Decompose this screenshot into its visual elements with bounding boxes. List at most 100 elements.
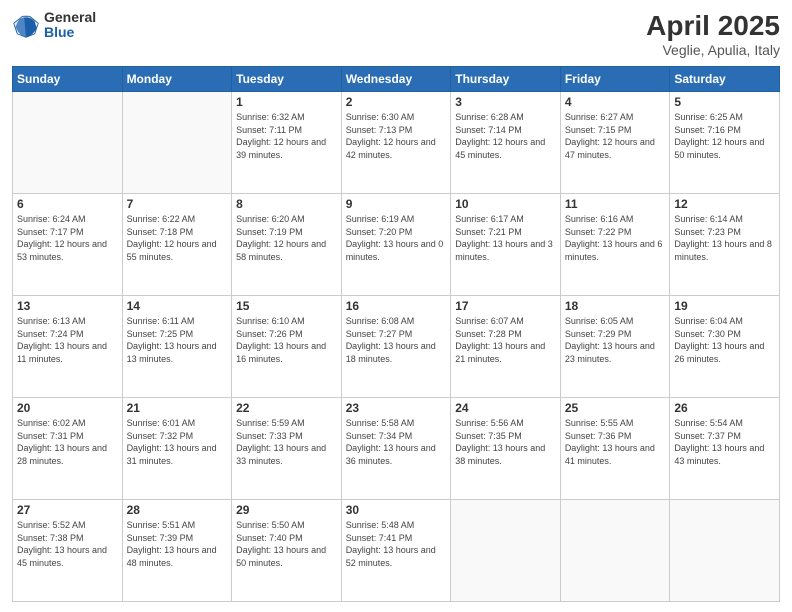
calendar-subtitle: Veglie, Apulia, Italy [646,42,780,58]
day-info: Sunrise: 5:56 AM Sunset: 7:35 PM Dayligh… [455,417,556,467]
day-info: Sunrise: 6:30 AM Sunset: 7:13 PM Dayligh… [346,111,447,161]
logo-blue-text: Blue [44,25,96,40]
day-number: 23 [346,401,447,415]
day-info: Sunrise: 6:32 AM Sunset: 7:11 PM Dayligh… [236,111,337,161]
day-info: Sunrise: 5:54 AM Sunset: 7:37 PM Dayligh… [674,417,775,467]
calendar-cell: 5 Sunrise: 6:25 AM Sunset: 7:16 PM Daylig… [670,92,780,194]
day-number: 18 [565,299,666,313]
header-row: Sunday Monday Tuesday Wednesday Thursday… [13,67,780,92]
calendar-cell: 27Sunrise: 5:52 AM Sunset: 7:38 PM Dayli… [13,500,123,602]
calendar-cell: 8Sunrise: 6:20 AM Sunset: 7:19 PM Daylig… [232,194,342,296]
day-info: Sunrise: 6:20 AM Sunset: 7:19 PM Dayligh… [236,213,337,263]
calendar-cell: 28Sunrise: 5:51 AM Sunset: 7:39 PM Dayli… [122,500,232,602]
logo-general-text: General [44,10,96,25]
col-wednesday: Wednesday [341,67,451,92]
calendar-cell: 21 Sunrise: 6:01 AM Sunset: 7:32 PM Dayli… [122,398,232,500]
logo-text: General Blue [44,10,96,41]
calendar-cell: 20 Sunrise: 6:02 AM Sunset: 7:31 PM Dayli… [13,398,123,500]
day-number: 25 [565,401,666,415]
day-info: Sunrise: 6:22 AM Sunset: 7:18 PM Dayligh… [127,213,228,263]
calendar-cell: 11 Sunrise: 6:16 AM Sunset: 7:22 PM Dayli… [560,194,670,296]
day-number: 2 [346,95,447,109]
calendar-cell: 17 Sunrise: 6:07 AM Sunset: 7:28 PM Dayli… [451,296,561,398]
calendar-week-1: 6 Sunrise: 6:24 AM Sunset: 7:17 PM Daylig… [13,194,780,296]
calendar-title: April 2025 [646,10,780,42]
calendar-cell [560,500,670,602]
calendar-cell: 25 Sunrise: 5:55 AM Sunset: 7:36 PM Dayli… [560,398,670,500]
calendar-week-3: 20 Sunrise: 6:02 AM Sunset: 7:31 PM Dayli… [13,398,780,500]
day-info: Sunrise: 6:07 AM Sunset: 7:28 PM Dayligh… [455,315,556,365]
calendar-cell: 29Sunrise: 5:50 AM Sunset: 7:40 PM Dayli… [232,500,342,602]
calendar-cell [13,92,123,194]
day-number: 28 [127,503,228,517]
calendar-body: 1Sunrise: 6:32 AM Sunset: 7:11 PM Daylig… [13,92,780,602]
calendar-cell: 10 Sunrise: 6:17 AM Sunset: 7:21 PM Dayli… [451,194,561,296]
calendar-cell: 1Sunrise: 6:32 AM Sunset: 7:11 PM Daylig… [232,92,342,194]
calendar-cell: 30 Sunrise: 5:48 AM Sunset: 7:41 PM Dayli… [341,500,451,602]
day-number: 29 [236,503,337,517]
day-number: 16 [346,299,447,313]
calendar-cell: 23 Sunrise: 5:58 AM Sunset: 7:34 PM Dayli… [341,398,451,500]
day-info: Sunrise: 5:55 AM Sunset: 7:36 PM Dayligh… [565,417,666,467]
logo: General Blue [12,10,96,41]
day-number: 9 [346,197,447,211]
calendar-cell: 14Sunrise: 6:11 AM Sunset: 7:25 PM Dayli… [122,296,232,398]
day-number: 3 [455,95,556,109]
day-info: Sunrise: 6:01 AM Sunset: 7:32 PM Dayligh… [127,417,228,467]
calendar-cell: 22 Sunrise: 5:59 AM Sunset: 7:33 PM Dayli… [232,398,342,500]
day-info: Sunrise: 6:19 AM Sunset: 7:20 PM Dayligh… [346,213,447,263]
day-number: 27 [17,503,118,517]
day-info: Sunrise: 6:24 AM Sunset: 7:17 PM Dayligh… [17,213,118,263]
day-info: Sunrise: 6:10 AM Sunset: 7:26 PM Dayligh… [236,315,337,365]
day-info: Sunrise: 5:59 AM Sunset: 7:33 PM Dayligh… [236,417,337,467]
day-info: Sunrise: 6:17 AM Sunset: 7:21 PM Dayligh… [455,213,556,263]
calendar-cell: 2 Sunrise: 6:30 AM Sunset: 7:13 PM Daylig… [341,92,451,194]
day-info: Sunrise: 6:13 AM Sunset: 7:24 PM Dayligh… [17,315,118,365]
day-number: 24 [455,401,556,415]
calendar-cell [670,500,780,602]
logo-icon [12,11,40,39]
col-saturday: Saturday [670,67,780,92]
day-number: 20 [17,401,118,415]
day-info: Sunrise: 6:16 AM Sunset: 7:22 PM Dayligh… [565,213,666,263]
day-info: Sunrise: 5:48 AM Sunset: 7:41 PM Dayligh… [346,519,447,569]
calendar-cell: 12 Sunrise: 6:14 AM Sunset: 7:23 PM Dayli… [670,194,780,296]
day-info: Sunrise: 6:28 AM Sunset: 7:14 PM Dayligh… [455,111,556,161]
calendar-cell: 24 Sunrise: 5:56 AM Sunset: 7:35 PM Dayli… [451,398,561,500]
day-number: 26 [674,401,775,415]
col-monday: Monday [122,67,232,92]
day-number: 11 [565,197,666,211]
day-info: Sunrise: 6:08 AM Sunset: 7:27 PM Dayligh… [346,315,447,365]
day-number: 12 [674,197,775,211]
day-info: Sunrise: 6:14 AM Sunset: 7:23 PM Dayligh… [674,213,775,263]
calendar-cell: 6 Sunrise: 6:24 AM Sunset: 7:17 PM Daylig… [13,194,123,296]
day-number: 17 [455,299,556,313]
col-sunday: Sunday [13,67,123,92]
day-info: Sunrise: 6:25 AM Sunset: 7:16 PM Dayligh… [674,111,775,161]
day-number: 19 [674,299,775,313]
day-info: Sunrise: 6:05 AM Sunset: 7:29 PM Dayligh… [565,315,666,365]
calendar-cell: 15 Sunrise: 6:10 AM Sunset: 7:26 PM Dayli… [232,296,342,398]
day-info: Sunrise: 5:58 AM Sunset: 7:34 PM Dayligh… [346,417,447,467]
calendar-cell: 9 Sunrise: 6:19 AM Sunset: 7:20 PM Daylig… [341,194,451,296]
day-info: Sunrise: 6:02 AM Sunset: 7:31 PM Dayligh… [17,417,118,467]
calendar-week-0: 1Sunrise: 6:32 AM Sunset: 7:11 PM Daylig… [13,92,780,194]
day-info: Sunrise: 6:04 AM Sunset: 7:30 PM Dayligh… [674,315,775,365]
col-thursday: Thursday [451,67,561,92]
day-number: 10 [455,197,556,211]
col-friday: Friday [560,67,670,92]
calendar-cell: 16 Sunrise: 6:08 AM Sunset: 7:27 PM Dayli… [341,296,451,398]
day-number: 5 [674,95,775,109]
day-number: 21 [127,401,228,415]
page: General Blue April 2025 Veglie, Apulia, … [0,0,792,612]
day-number: 6 [17,197,118,211]
day-number: 15 [236,299,337,313]
day-info: Sunrise: 6:27 AM Sunset: 7:15 PM Dayligh… [565,111,666,161]
day-number: 22 [236,401,337,415]
day-number: 14 [127,299,228,313]
calendar-week-2: 13Sunrise: 6:13 AM Sunset: 7:24 PM Dayli… [13,296,780,398]
calendar-cell: 3 Sunrise: 6:28 AM Sunset: 7:14 PM Daylig… [451,92,561,194]
calendar-week-4: 27Sunrise: 5:52 AM Sunset: 7:38 PM Dayli… [13,500,780,602]
calendar-cell: 7Sunrise: 6:22 AM Sunset: 7:18 PM Daylig… [122,194,232,296]
day-number: 30 [346,503,447,517]
